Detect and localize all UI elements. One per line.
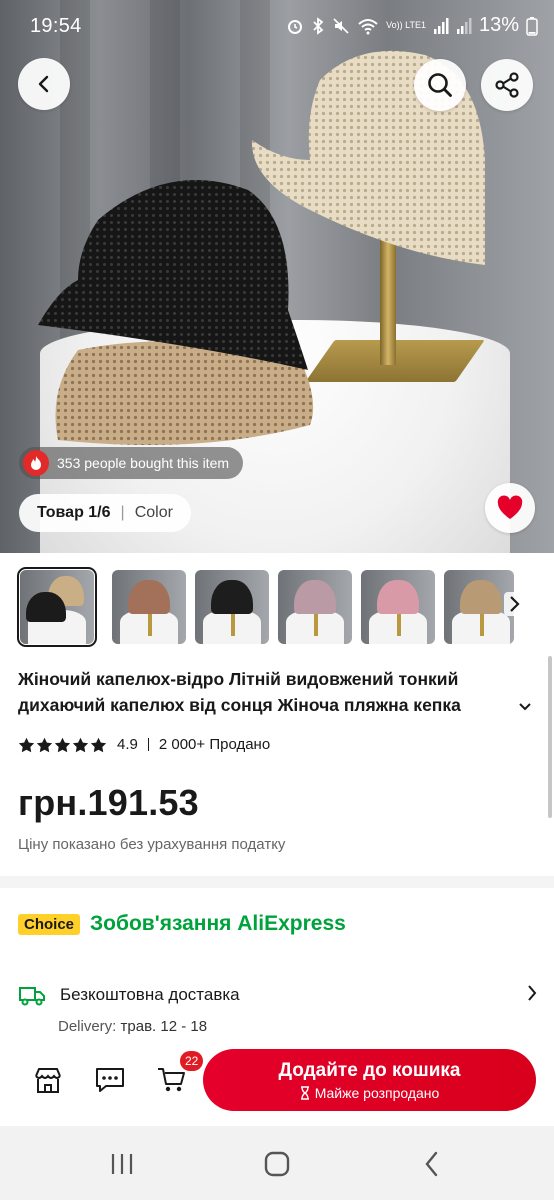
back-button[interactable]: [18, 58, 70, 110]
rating-divider: [147, 738, 149, 751]
fire-icon: [23, 450, 49, 476]
thumbnail-2[interactable]: [112, 570, 186, 644]
thumbnail-4[interactable]: [278, 570, 352, 644]
wishlist-button[interactable]: [485, 483, 535, 533]
share-icon: [495, 72, 519, 98]
rating-row[interactable]: 4.9 2 000+ Продано: [18, 736, 270, 753]
pill-separator: |: [120, 504, 125, 521]
rating-value: 4.9: [117, 736, 138, 753]
alarm-icon: [288, 19, 303, 34]
add-to-cart-button[interactable]: Додайте до кошика Майже розпродано: [203, 1049, 536, 1111]
image-counter-pill[interactable]: Товар 1/6 | Color: [19, 494, 191, 532]
expand-title-button[interactable]: [515, 697, 535, 717]
thumbnail-3[interactable]: [195, 570, 269, 644]
choice-commitment-text: Зобов'язання AliExpress: [90, 912, 346, 935]
delivery-date: Delivery: трав. 12 - 18: [58, 1018, 207, 1035]
cart-count-badge: 22: [180, 1051, 204, 1071]
network-label: Vo)) LTE1: [386, 20, 426, 30]
chevron-right-icon: [510, 596, 520, 612]
bought-count-pill: 353 people bought this item: [19, 447, 244, 479]
choice-badge: Choice: [18, 913, 81, 935]
add-to-cart-label: Додайте до кошика: [278, 1059, 461, 1081]
thumbnail-5[interactable]: [361, 570, 435, 644]
recent-apps-button[interactable]: [102, 1148, 142, 1180]
star-rating: [18, 737, 107, 753]
delivery-truck-icon: [19, 987, 45, 1006]
battery-percent: 13%: [478, 14, 519, 36]
signal-icon: [433, 17, 449, 34]
recent-apps-icon: [111, 1154, 133, 1174]
star-icon: [54, 737, 71, 752]
heart-icon: [497, 495, 523, 519]
search-icon: [428, 73, 452, 97]
hourglass-icon: [300, 1085, 309, 1100]
chevron-right-icon: [528, 985, 537, 1001]
chevron-down-icon: [519, 703, 531, 711]
delivery-date-label: Delivery:: [58, 1018, 117, 1035]
thumbnail-strip: [0, 566, 554, 648]
system-back-button[interactable]: [412, 1148, 452, 1180]
delivery-row[interactable]: Безкоштовна доставка: [18, 980, 538, 1010]
color-label: Color: [134, 504, 173, 521]
image-counter: Товар 1/6: [37, 504, 111, 521]
signal-icon-2: [456, 17, 472, 34]
arrow-left-icon: [38, 75, 49, 93]
cart-icon: [158, 1068, 185, 1092]
chat-icon: [96, 1068, 124, 1092]
sold-count: 2 000+ Продано: [158, 736, 271, 753]
search-button[interactable]: [414, 59, 466, 111]
chat-button[interactable]: [93, 1063, 127, 1097]
star-icon: [72, 737, 89, 752]
back-chevron-icon: [425, 1151, 438, 1177]
star-icon: [90, 737, 107, 752]
star-icon: [18, 737, 35, 752]
system-navigation-bar: [0, 1126, 554, 1200]
choice-commitment-row[interactable]: Choice Зобов'язання AliExpress: [18, 912, 346, 936]
delivery-date-value: трав. 12 - 18: [120, 1018, 208, 1035]
mute-icon: [333, 17, 349, 34]
wifi-icon: [358, 18, 378, 34]
store-icon: [35, 1068, 61, 1093]
bluetooth-icon: [313, 16, 324, 35]
thumb-hat-black: [26, 592, 66, 622]
black-bucket-hat: [38, 180, 308, 370]
status-icons: Vo)) LTE1 13%: [286, 14, 538, 37]
bought-count-text: 353 people bought this item: [57, 455, 230, 471]
home-icon: [264, 1151, 290, 1177]
status-time: 19:54: [30, 15, 82, 37]
status-bar: 19:54 Vo)) LTE1 13%: [0, 0, 554, 54]
section-divider: [0, 876, 554, 888]
product-title[interactable]: Жіночий капелюх-відро Літній видовжений …: [18, 666, 530, 718]
bottom-action-bar: 22 Додайте до кошика Майже розпродано: [0, 1043, 554, 1125]
star-icon: [36, 737, 53, 752]
battery-icon: [526, 16, 538, 36]
home-button[interactable]: [257, 1148, 297, 1180]
tax-note: Ціну показано без урахування податку: [18, 836, 286, 853]
free-shipping-title: Безкоштовна доставка: [60, 985, 240, 1004]
product-price: грн.191.53: [18, 782, 199, 823]
stock-note: Майже розпродано: [300, 1084, 440, 1101]
scrollbar[interactable]: [548, 656, 552, 818]
stock-note-text: Майже розпродано: [314, 1084, 440, 1101]
share-button[interactable]: [481, 59, 533, 111]
store-button[interactable]: [31, 1063, 65, 1097]
thumbnail-1[interactable]: [17, 567, 97, 647]
thumbnails-next-button[interactable]: [504, 592, 524, 616]
